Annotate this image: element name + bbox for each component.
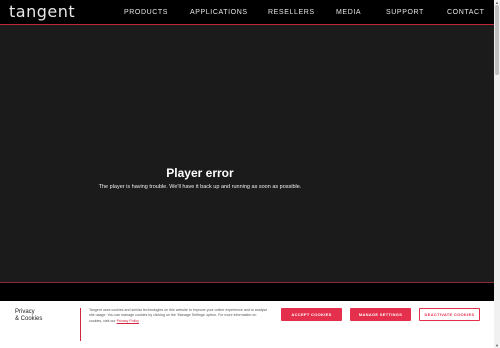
player-error-message: The player is having trouble. We'll have… xyxy=(98,184,302,190)
deactivate-cookies-button[interactable]: DEACTIVATE COOKIES xyxy=(419,308,480,321)
cookie-banner-title: Privacy & Cookies xyxy=(15,309,55,323)
video-player[interactable]: Player error The player is having troubl… xyxy=(0,25,494,282)
cookie-title-line1: Privacy xyxy=(15,309,35,315)
tangent-logo[interactable]: tangent xyxy=(9,2,75,22)
nav-products[interactable]: PRODUCTS xyxy=(124,8,168,17)
scroll-down-arrow-icon[interactable]: ▼ xyxy=(494,343,500,348)
nav-support[interactable]: SUPPORT xyxy=(386,8,424,17)
privacy-policy-link[interactable]: Privacy Policy xyxy=(117,319,139,323)
cookie-title-line2: & Cookies xyxy=(15,316,43,322)
player-error-title: Player error xyxy=(166,166,234,180)
nav-contact[interactable]: CONTACT xyxy=(447,8,485,17)
cookie-divider xyxy=(80,308,81,341)
scrollbar-thumb[interactable] xyxy=(495,5,499,75)
nav-applications[interactable]: APPLICATIONS xyxy=(190,8,248,17)
cookie-description: Tangent uses cookies and similar technol… xyxy=(89,308,269,324)
top-navigation: tangent PRODUCTS APPLICATIONS RESELLERS … xyxy=(0,0,494,24)
cookie-banner: Privacy & Cookies Tangent uses cookies a… xyxy=(0,301,494,348)
accept-cookies-button[interactable]: ACCEPT COOKIES xyxy=(281,308,342,321)
nav-media[interactable]: MEDIA xyxy=(336,8,361,17)
manage-settings-button[interactable]: MANAGE SETTINGS xyxy=(350,308,411,321)
nav-resellers[interactable]: RESELLERS xyxy=(268,8,315,17)
page-background xyxy=(0,283,494,301)
page-scrollbar[interactable]: ▲ ▼ xyxy=(494,0,500,348)
